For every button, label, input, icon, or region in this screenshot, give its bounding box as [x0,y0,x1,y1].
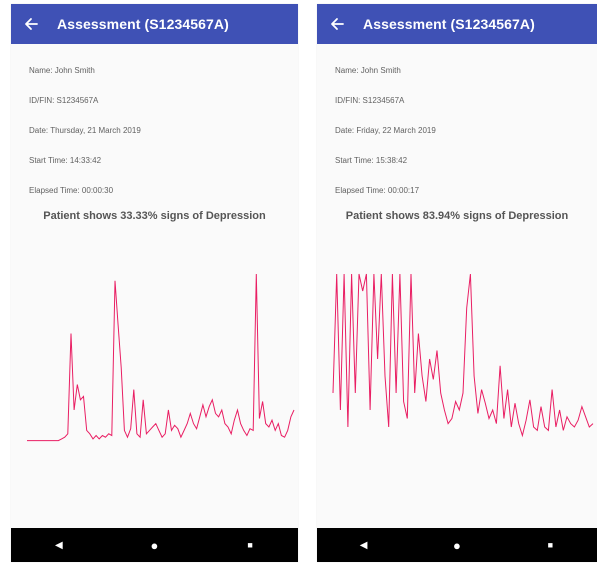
back-arrow-icon[interactable] [21,14,41,34]
app-bar: Assessment (S1234567A) [317,4,597,44]
assessment-date: Date: Friday, 22 March 2019 [335,126,436,135]
assessment-date: Date: Thursday, 21 March 2019 [29,126,141,135]
result-text: Patient shows 83.94% signs of Depression [345,210,569,222]
patient-name: Name: John Smith [29,66,95,75]
start-time: Start Time: 15:38:42 [335,156,408,165]
patient-id: ID/FIN: S1234567A [335,96,405,105]
nav-back-icon[interactable]: ◀ [344,533,384,557]
signal-line [27,273,295,442]
app-bar: Assessment (S1234567A) [11,4,298,44]
patient-name: Name: John Smith [335,66,401,75]
start-time: Start Time: 14:33:42 [29,156,102,165]
page-title: Assessment (S1234567A) [57,16,229,32]
system-nav-bar: ◀ ● ■ [317,528,597,562]
phone-screen-right: Assessment (S1234567A) Name: John Smith … [317,4,597,562]
signal-chart [332,273,594,438]
nav-recents-icon[interactable]: ■ [230,533,270,557]
signal-line [332,273,594,438]
system-nav-bar: ◀ ● ■ [11,528,298,562]
nav-home-icon[interactable]: ● [134,533,174,557]
phone-screen-left: Assessment (S1234567A) Name: John Smith … [11,4,298,562]
back-arrow-icon[interactable] [327,14,347,34]
nav-recents-icon[interactable]: ■ [530,533,570,557]
result-text: Patient shows 33.33% signs of Depression [43,210,266,222]
elapsed-time: Elapsed Time: 00:00:17 [335,186,420,195]
nav-home-icon[interactable]: ● [437,533,477,557]
signal-chart [27,273,295,442]
elapsed-time: Elapsed Time: 00:00:30 [29,186,114,195]
page-title: Assessment (S1234567A) [363,16,535,32]
patient-id: ID/FIN: S1234567A [29,96,99,105]
nav-back-icon[interactable]: ◀ [39,533,79,557]
